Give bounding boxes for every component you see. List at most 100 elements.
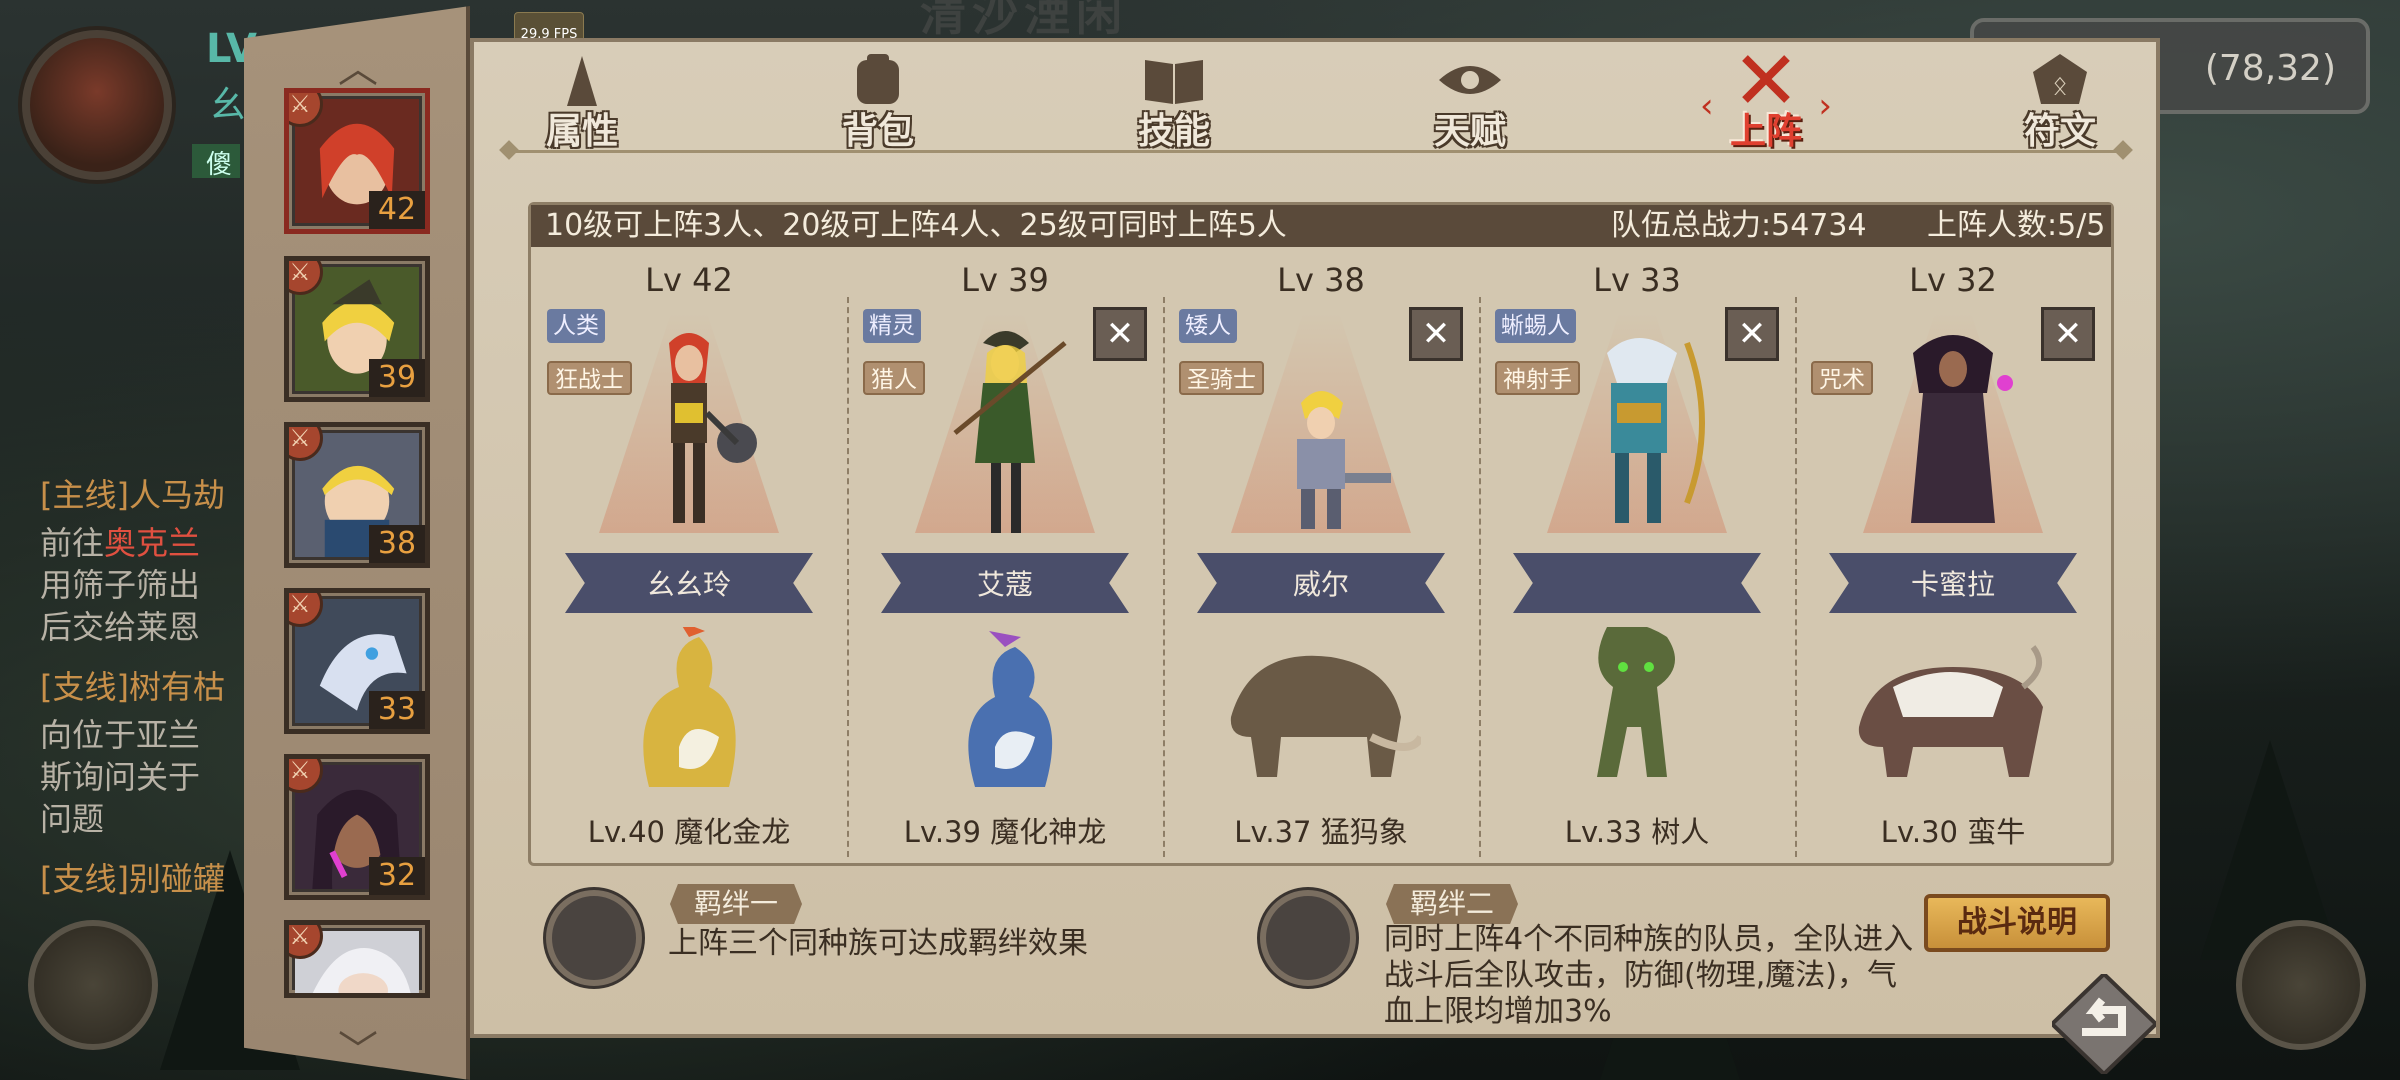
rune-icon: ᛟ bbox=[2033, 54, 2087, 104]
class-tag: 猎人 bbox=[863, 361, 925, 395]
remove-member-button[interactable]: ✕ bbox=[1725, 307, 1779, 361]
lineup-member[interactable]: Lv 32 咒术 ✕ 卡蜜拉 Lv.30 蛮牛 bbox=[1795, 247, 2111, 867]
treant-pet bbox=[1597, 627, 1675, 777]
member-name: 幺幺玲 bbox=[646, 568, 731, 601]
name-banner bbox=[1513, 553, 1761, 613]
lineup-area: 10级可上阵3人、20级可上阵4人、25级可同时上阵5人 队伍总战力:54734… bbox=[528, 202, 2114, 866]
attribute-icon bbox=[567, 56, 597, 106]
lineup-member[interactable]: Lv 39 精灵 猎人 ✕ 艾蔻 Lv.39 魔化神龙 bbox=[847, 247, 1163, 867]
tab-backpack[interactable]: 背包 bbox=[818, 52, 938, 152]
member-level: Lv 33 bbox=[1593, 261, 1681, 299]
paladin-character bbox=[1297, 391, 1391, 529]
pet-label: Lv.40 魔化金龙 bbox=[587, 815, 791, 849]
quest-title: [主线]人马劫 bbox=[40, 476, 225, 514]
member-name: 艾蔻 bbox=[976, 568, 1033, 601]
tab-attributes[interactable]: 属性 bbox=[522, 52, 642, 152]
team-power: 队伍总战力:54734 bbox=[1611, 208, 1867, 243]
hero-list[interactable]: ︿ 42 ⚔ 39 ⚔ 38 ⚔ 33 ⚔ 32 ⚔ ⚔ ﹀ bbox=[244, 6, 470, 1080]
bond-one-emblem-icon[interactable] bbox=[546, 890, 642, 986]
talent-eye-icon bbox=[1439, 66, 1501, 94]
bond-two-desc: 同时上阵4个不同种族的队员，全队进入战斗后全队攻击，防御(物理,魔法)，气血上限… bbox=[1384, 922, 1914, 1029]
quest-desc: 向位于亚兰 斯询问关于 问题 bbox=[40, 716, 201, 838]
quest-item[interactable]: [支线]树有枯 向位于亚兰 斯询问关于 问题 bbox=[40, 662, 250, 840]
member-separator bbox=[1163, 297, 1165, 857]
hero-slot[interactable]: 32 ⚔ bbox=[284, 754, 430, 900]
house-button[interactable] bbox=[2236, 920, 2366, 1050]
remove-member-button[interactable]: ✕ bbox=[2041, 307, 2095, 361]
quest-item[interactable]: [主线]人马劫 前往奥克兰 用筛子筛出 后交给莱恩 bbox=[40, 470, 250, 648]
pet-label: Lv.30 蛮牛 bbox=[1880, 815, 2026, 849]
divine-dragon-pet bbox=[968, 631, 1053, 787]
warlock-character bbox=[1911, 335, 2013, 523]
battle-info-button[interactable]: 战斗说明 bbox=[1924, 894, 2110, 952]
lineup-member[interactable]: Lv 33 蜥蜴人 神射手 ✕ Lv.33 树人 bbox=[1479, 247, 1795, 867]
golden-dragon-pet bbox=[643, 627, 736, 787]
tab-divider bbox=[510, 150, 2122, 153]
member-level: Lv 38 bbox=[1277, 261, 1365, 299]
quest-title: [支线]别碰罐 bbox=[40, 860, 225, 898]
member-name: 威尔 bbox=[1292, 568, 1349, 601]
scroll-up-icon[interactable]: ︿ bbox=[330, 36, 386, 94]
member-name: 卡蜜拉 bbox=[1910, 568, 1995, 601]
hero-level: 33 bbox=[369, 691, 425, 729]
race-tag: 精灵 bbox=[863, 309, 921, 343]
hunter-character bbox=[953, 331, 1067, 533]
lineup-member[interactable]: Lv 38 矮人 圣骑士 ✕ 威尔 Lv.37 猛犸象 bbox=[1163, 247, 1479, 867]
member-level: Lv 32 bbox=[1909, 261, 1997, 299]
hero-slot[interactable]: 33 ⚔ bbox=[284, 588, 430, 734]
quest-item[interactable]: [支线]别碰罐 bbox=[40, 854, 250, 900]
mount-button[interactable] bbox=[28, 920, 158, 1050]
tab-talent[interactable]: 天赋 bbox=[1410, 52, 1530, 152]
quest-desc: 前往奥克兰 用筛子筛出 后交给莱恩 bbox=[40, 524, 201, 646]
remove-member-button[interactable]: ✕ bbox=[1409, 307, 1463, 361]
bond-two-title: 羁绊二 bbox=[1386, 884, 1519, 924]
member-level: Lv 39 bbox=[961, 261, 1049, 299]
class-tag: 咒术 bbox=[1811, 361, 1873, 395]
mammoth-pet bbox=[1230, 655, 1421, 777]
tab-label: 背包 bbox=[841, 111, 914, 152]
lineup-member[interactable]: Lv 42 人类 狂战士 幺幺玲 Lv.40 魔化金龙 bbox=[531, 247, 847, 867]
crossed-swords-icon bbox=[1742, 55, 1790, 103]
hero-level: 42 bbox=[369, 191, 425, 229]
lineup-rule-text: 10级可上阵3人、20级可上阵4人、25级可同时上阵5人 bbox=[545, 208, 1287, 243]
member-separator bbox=[1479, 297, 1481, 857]
member-level: Lv 42 bbox=[645, 261, 733, 299]
hero-slot[interactable]: ⚔ bbox=[284, 920, 430, 998]
player-name: 幺 bbox=[210, 85, 247, 126]
berserker-character bbox=[669, 333, 757, 523]
bond-two-emblem-icon[interactable] bbox=[1260, 890, 1356, 986]
lineup-header: 10级可上阵3人、20级可上阵4人、25级可同时上阵5人 队伍总战力:54734… bbox=[531, 205, 2111, 247]
hero-slot[interactable]: 42 ⚔ bbox=[284, 88, 430, 234]
tab-lineup[interactable]: ‹ 上阵 › bbox=[1700, 52, 1832, 152]
player-avatar[interactable] bbox=[22, 30, 172, 180]
tab-label: 技能 bbox=[1137, 111, 1210, 152]
hero-slot[interactable]: 38 ⚔ bbox=[284, 422, 430, 568]
remove-member-button[interactable]: ✕ bbox=[1093, 307, 1147, 361]
tab-skills[interactable]: 技能 bbox=[1114, 52, 1234, 152]
hero-level: 38 bbox=[369, 525, 425, 563]
race-tag: 蜥蜴人 bbox=[1495, 309, 1576, 343]
pet-label: Lv.37 猛犸象 bbox=[1234, 815, 1408, 849]
wild-ox-pet bbox=[1858, 645, 2043, 777]
hero-slot[interactable]: 39 ⚔ bbox=[284, 256, 430, 402]
hero-panel: 属性 背包 技能 天赋 ‹ 上阵 › ᛟ 符文 10级可上阵3人、20级可上阵4… bbox=[470, 38, 2160, 1038]
member-separator bbox=[847, 297, 849, 857]
chevron-right-icon: › bbox=[1818, 86, 1832, 126]
member-separator bbox=[1795, 297, 1797, 857]
bond-one-desc: 上阵三个同种族可达成羁绊效果 bbox=[668, 926, 1088, 961]
lineup-count: 上阵人数:5/5 bbox=[1927, 208, 2106, 243]
quest-log[interactable]: [主线]人马劫 前往奥克兰 用筛子筛出 后交给莱恩 [支线]树有枯 向位于亚兰 … bbox=[40, 470, 250, 914]
backpack-icon bbox=[857, 54, 899, 104]
race-tag: 人类 bbox=[547, 309, 605, 343]
lizardman-archer-character bbox=[1607, 338, 1705, 523]
tab-label: 属性 bbox=[545, 111, 618, 152]
tab-label: 符文 bbox=[2023, 111, 2096, 152]
pet-label: Lv.33 树人 bbox=[1564, 815, 1710, 849]
bond-one-title: 羁绊一 bbox=[670, 884, 803, 924]
player-status: 傻 bbox=[192, 144, 240, 180]
return-arrow-icon[interactable] bbox=[2052, 974, 2156, 1074]
tab-bar: 属性 背包 技能 天赋 ‹ 上阵 › ᛟ 符文 bbox=[474, 42, 2156, 152]
quest-title: [支线]树有枯 bbox=[40, 668, 225, 706]
tab-runes[interactable]: ᛟ 符文 bbox=[2000, 52, 2120, 152]
race-tag: 矮人 bbox=[1179, 309, 1237, 343]
